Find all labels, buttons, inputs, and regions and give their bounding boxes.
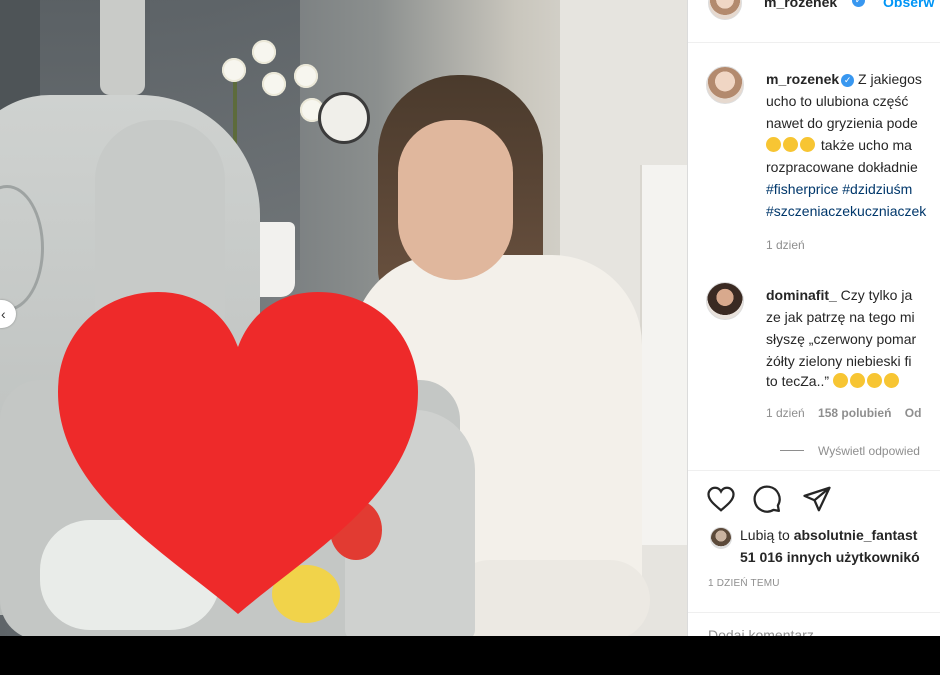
comment-line-3: słyszę „czerwony pomar	[766, 331, 917, 347]
view-replies-label: Wyświetl odpowied	[818, 444, 920, 458]
caption-text: Z jakiegos	[858, 71, 922, 87]
emoji-icon	[783, 137, 798, 152]
emoji-icon	[766, 137, 781, 152]
caption-username[interactable]: m_rozenek	[766, 71, 839, 87]
caption-line-3: nawet do gryzienia pode	[766, 115, 918, 131]
comment-icon[interactable]	[752, 484, 782, 514]
caption-line-2: ucho to ulubiona część	[766, 93, 909, 109]
likes-prefix: Lubią to	[740, 527, 794, 543]
post-photo[interactable]: ‹	[0, 0, 687, 636]
reply-button[interactable]: Od	[905, 406, 922, 420]
likes-user[interactable]: absolutnie_fantast	[794, 527, 918, 543]
actions-divider	[688, 470, 940, 471]
caption-text: także ucho ma	[820, 137, 912, 153]
emoji-icon	[866, 373, 882, 388]
comment-username[interactable]: dominafit_	[766, 287, 837, 303]
comment-text: Czy tylko ja	[840, 287, 913, 303]
likes-summary: Lubią to absolutnie_fantast 51 016 innyc…	[740, 524, 920, 568]
verified-badge-icon: ✓	[841, 74, 855, 87]
emoji-icon	[883, 373, 899, 388]
heart-overlay-icon	[58, 292, 418, 614]
emoji-icon	[800, 137, 815, 152]
header-username[interactable]: m_rozenek	[764, 0, 837, 10]
verified-badge-icon: ✓	[852, 0, 865, 7]
woman-leg	[450, 560, 650, 636]
emoji-icon	[832, 373, 848, 388]
photo-lamp	[100, 0, 145, 95]
chevron-left-icon: ‹	[1, 306, 6, 322]
comment-avatar[interactable]	[706, 282, 744, 320]
add-comment-input[interactable]: Dodaj komentarz...	[708, 627, 826, 636]
likes-others[interactable]: 51 016 innych użytkownikó	[740, 549, 920, 565]
comment-text: to tecZa..”	[766, 373, 830, 389]
caption-line-4: także ucho ma	[766, 134, 912, 156]
comment-line-5: to tecZa..”	[766, 370, 901, 392]
hashtag-link[interactable]: #szczeniaczekuczniaczek	[766, 200, 926, 222]
post-timestamp[interactable]: 1 DZIEŃ TEMU	[708, 578, 780, 589]
caption-line-1: m_rozenek ✓ Z jakiegos	[766, 68, 922, 90]
share-icon[interactable]	[802, 484, 832, 514]
post-sidebar: m_rozenek ✓ Obserw m_rozenek ✓ Z jakiegos…	[687, 0, 940, 636]
orchid-flower	[252, 40, 276, 64]
caption-avatar[interactable]	[706, 66, 744, 104]
replies-line	[780, 450, 804, 451]
comment-time[interactable]: 1 dzień	[766, 406, 805, 420]
orchid-flower	[222, 58, 246, 82]
caption-time[interactable]: 1 dzień	[766, 238, 805, 252]
view-replies-button[interactable]: Wyświetl odpowied	[780, 444, 920, 458]
orchid-flower	[262, 72, 286, 96]
comment-likes[interactable]: 158 polubień	[818, 406, 891, 420]
avatar[interactable]	[708, 0, 742, 20]
follow-button[interactable]: Obserw	[883, 0, 934, 10]
comment-line-2: ze jak patrzę na tego mi	[766, 309, 915, 325]
orchid-flower	[294, 64, 318, 88]
heart-icon[interactable]	[706, 484, 736, 514]
add-comment-bar[interactable]: Dodaj komentarz...	[688, 612, 940, 636]
wall-clock	[318, 92, 370, 144]
hashtag-link[interactable]: #fisherprice #dzidziuśm	[766, 178, 912, 200]
bottom-bar	[0, 636, 940, 675]
comment-line-4: żółty zielony niebieski fi	[766, 353, 912, 369]
photo-door-panel	[640, 165, 687, 545]
comment-line-1: dominafit_ Czy tylko ja	[766, 284, 912, 306]
post-header: m_rozenek ✓ Obserw	[688, 0, 940, 43]
emoji-icon	[849, 373, 865, 388]
likes-avatar[interactable]	[710, 527, 732, 549]
woman-face	[398, 120, 513, 280]
comment-meta: 1 dzień 158 polubień Od	[766, 406, 921, 420]
caption-line-5: rozpracowane dokładnie	[766, 159, 918, 175]
